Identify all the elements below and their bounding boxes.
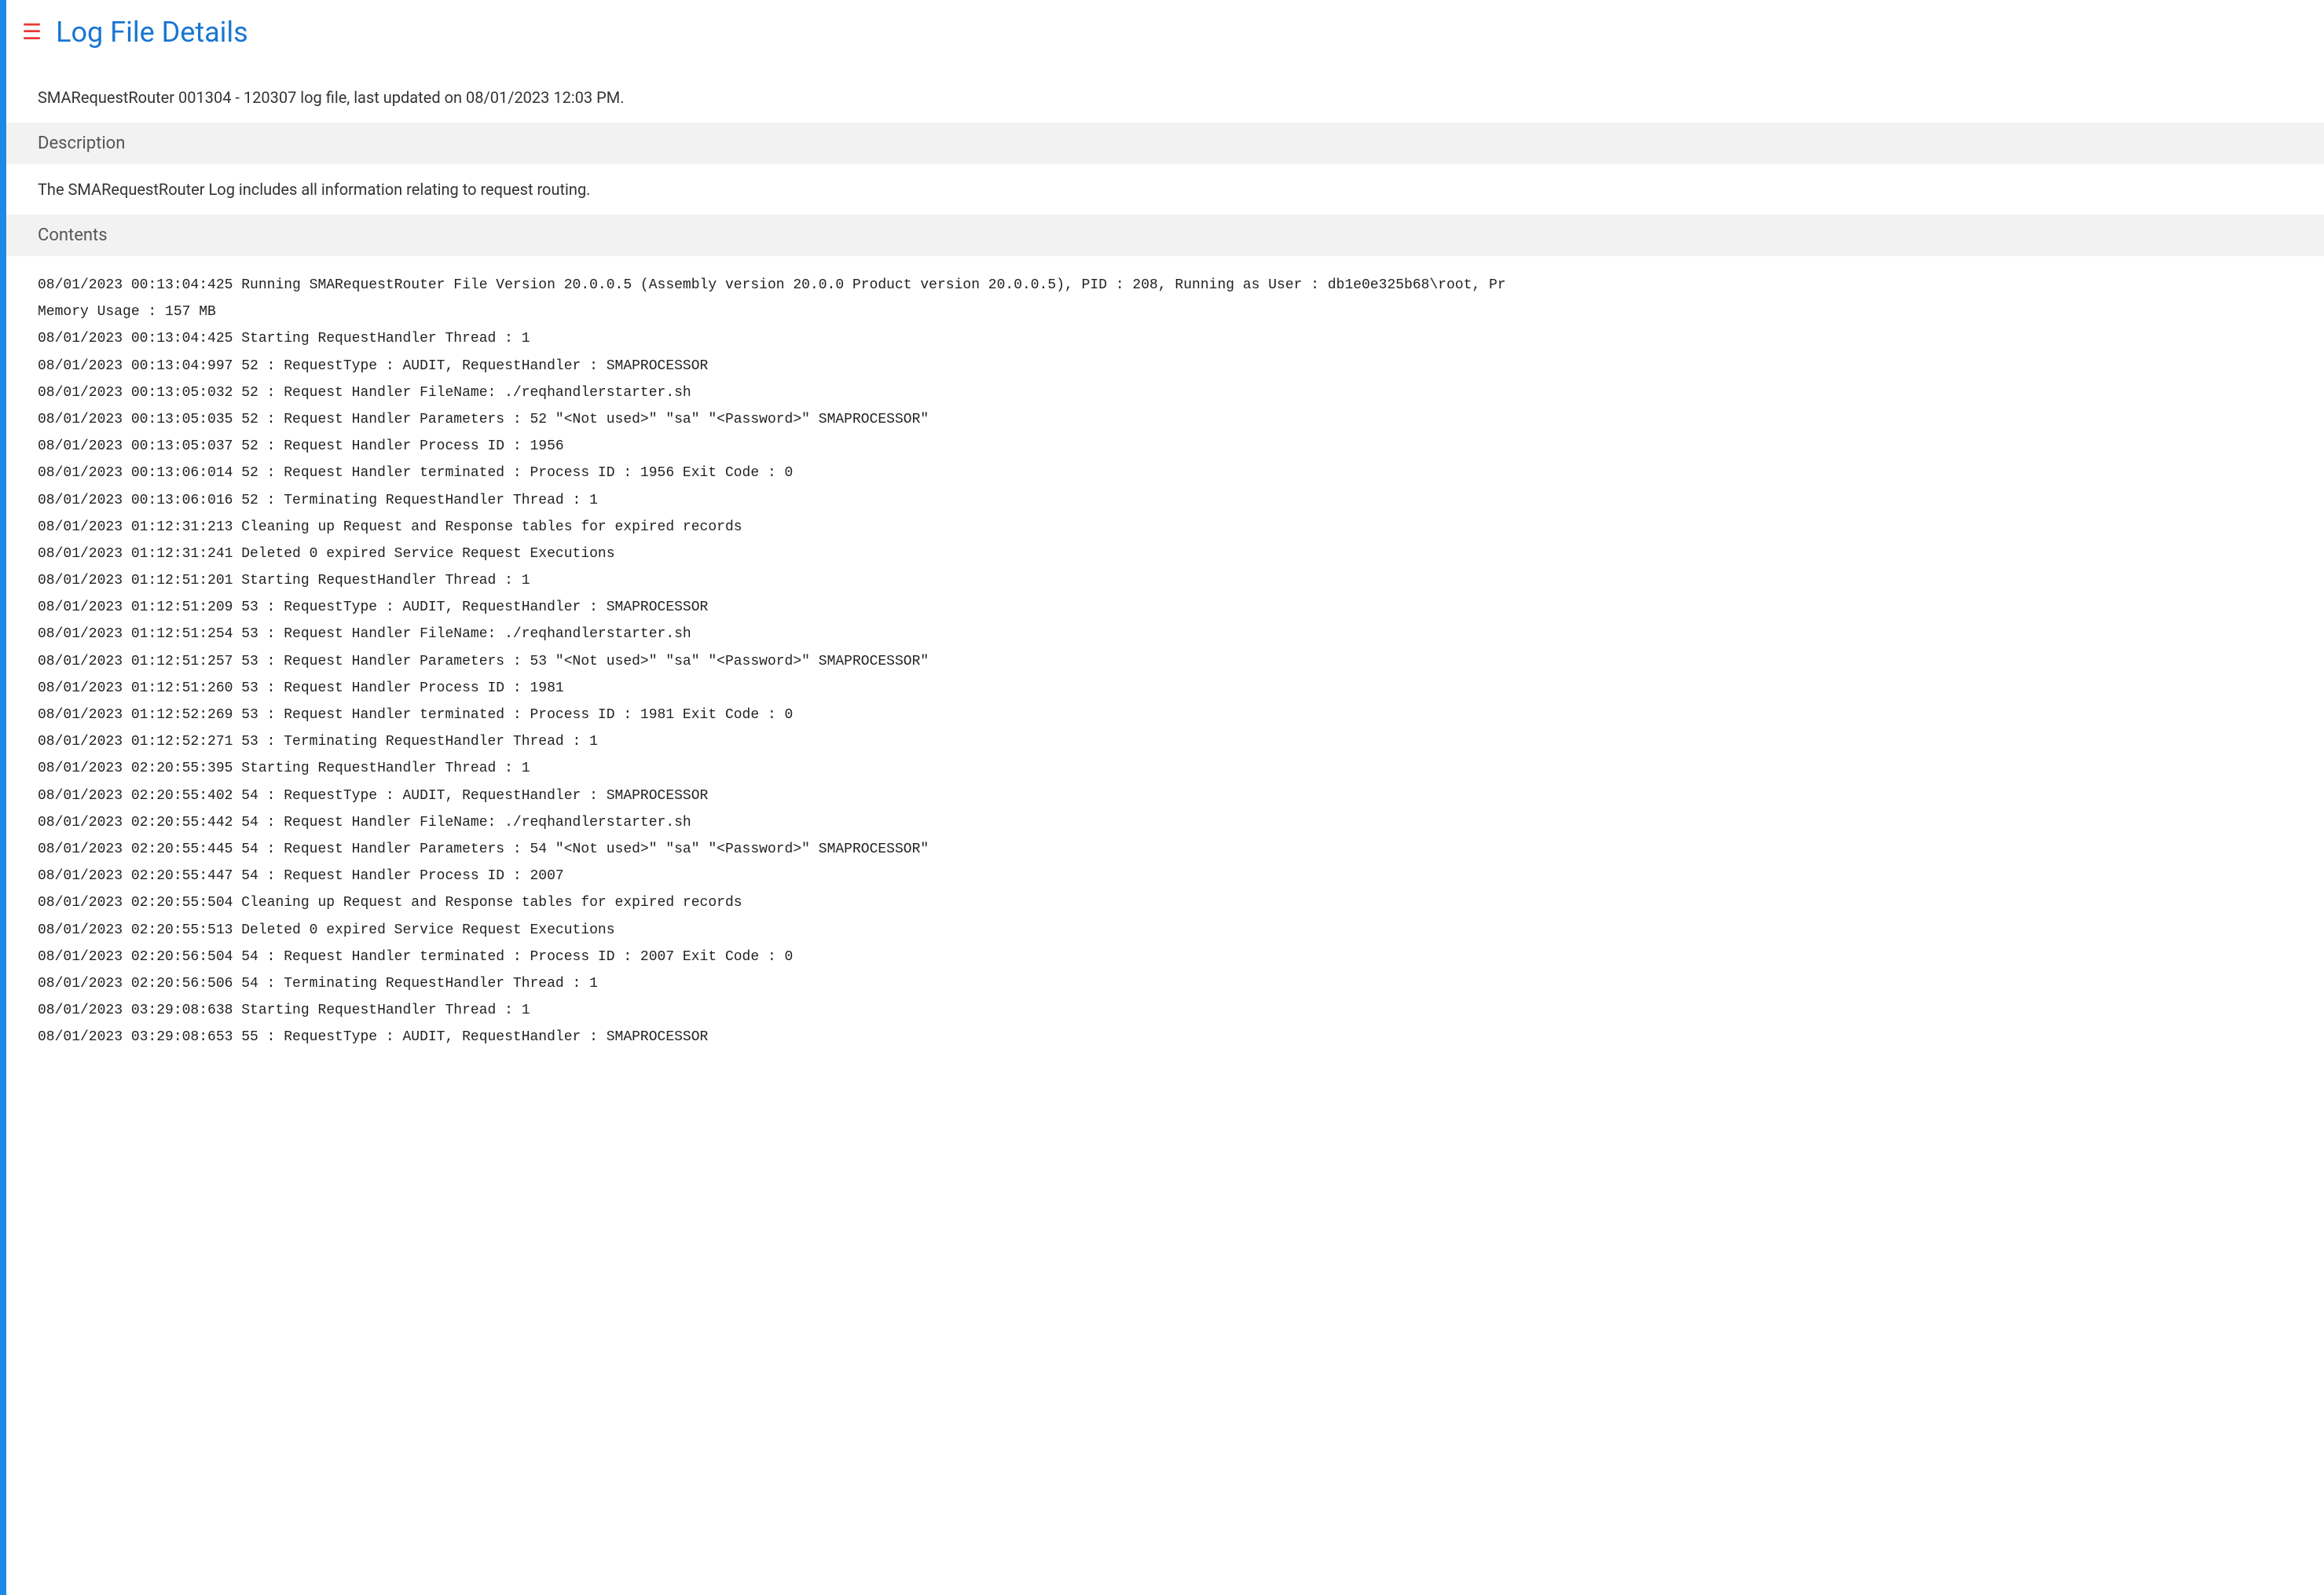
log-line: 08/01/2023 01:12:51:201 Starting Request… <box>38 567 2293 594</box>
log-line: 08/01/2023 01:12:51:257 53 : Request Han… <box>38 648 2293 675</box>
page-title: Log File Details <box>56 16 248 49</box>
log-line: 08/01/2023 01:12:51:254 53 : Request Han… <box>38 621 2293 647</box>
log-line: 08/01/2023 02:20:55:447 54 : Request Han… <box>38 863 2293 889</box>
description-text: The SMARequestRouter Log includes all in… <box>6 164 2324 214</box>
log-line: 08/01/2023 00:13:05:032 52 : Request Han… <box>38 380 2293 406</box>
log-line: 08/01/2023 02:20:55:402 54 : RequestType… <box>38 783 2293 809</box>
log-line: 08/01/2023 02:20:55:513 Deleted 0 expire… <box>38 917 2293 944</box>
log-line: 08/01/2023 02:20:55:442 54 : Request Han… <box>38 809 2293 836</box>
log-line: 08/01/2023 00:13:04:425 Running SMAReque… <box>38 272 2293 299</box>
log-line: 08/01/2023 00:13:05:035 52 : Request Han… <box>38 406 2293 433</box>
log-line: 08/01/2023 00:13:05:037 52 : Request Han… <box>38 433 2293 460</box>
log-line: 08/01/2023 00:13:06:014 52 : Request Han… <box>38 460 2293 486</box>
description-section-header: Description <box>6 123 2324 164</box>
log-line: 08/01/2023 02:20:56:504 54 : Request Han… <box>38 944 2293 970</box>
log-line: 08/01/2023 01:12:51:209 53 : RequestType… <box>38 594 2293 621</box>
log-line: 08/01/2023 02:20:55:445 54 : Request Han… <box>38 836 2293 863</box>
log-line: 08/01/2023 00:13:04:997 52 : RequestType… <box>38 353 2293 380</box>
log-line: 08/01/2023 02:20:55:395 Starting Request… <box>38 755 2293 782</box>
log-line: 08/01/2023 01:12:31:213 Cleaning up Requ… <box>38 514 2293 541</box>
log-line: 08/01/2023 03:29:08:653 55 : RequestType… <box>38 1024 2293 1050</box>
log-file-subtitle: SMARequestRouter 001304 - 120307 log fil… <box>6 64 2324 123</box>
log-contents: 08/01/2023 00:13:04:425 Running SMAReque… <box>6 256 2324 1066</box>
log-line: 08/01/2023 01:12:52:269 53 : Request Han… <box>38 702 2293 728</box>
log-line: 08/01/2023 01:12:52:271 53 : Terminating… <box>38 728 2293 755</box>
menu-icon[interactable]: ☰ <box>22 21 42 43</box>
log-line: 08/01/2023 02:20:55:504 Cleaning up Requ… <box>38 889 2293 916</box>
contents-section-header: Contents <box>6 214 2324 256</box>
log-line: 08/01/2023 00:13:04:425 Starting Request… <box>38 325 2293 352</box>
log-line: 08/01/2023 01:12:51:260 53 : Request Han… <box>38 675 2293 702</box>
log-line: 08/01/2023 03:29:08:638 Starting Request… <box>38 997 2293 1024</box>
log-line: 08/01/2023 02:20:56:506 54 : Terminating… <box>38 970 2293 997</box>
log-line: 08/01/2023 00:13:06:016 52 : Terminating… <box>38 487 2293 514</box>
log-line: Memory Usage : 157 MB <box>38 299 2293 325</box>
log-line: 08/01/2023 01:12:31:241 Deleted 0 expire… <box>38 541 2293 567</box>
page-header: ☰ Log File Details <box>6 0 2324 64</box>
